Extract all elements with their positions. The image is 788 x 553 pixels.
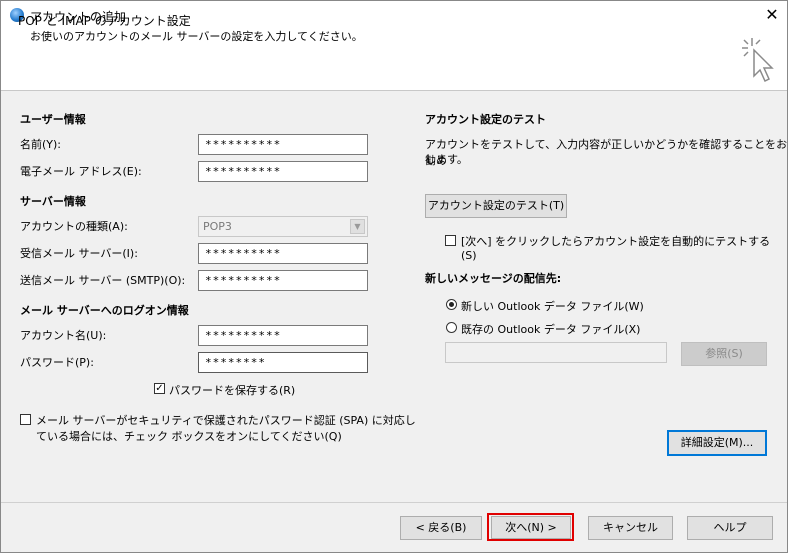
spa-label-line2: ている場合には、チェック ボックスをオンにしてください(Q) xyxy=(36,430,342,443)
password-field[interactable]: ******** xyxy=(198,352,368,373)
save-password-label: パスワードを保存する(R) xyxy=(169,384,296,397)
outgoing-server-label: 送信メール サーバー (SMTP)(O): xyxy=(20,274,186,287)
test-account-button[interactable]: アカウント設定のテスト(T) xyxy=(425,194,567,218)
window-frame xyxy=(0,30,788,553)
chevron-down-icon: ▼ xyxy=(350,219,365,234)
save-password-checkbox[interactable]: ✓ xyxy=(154,383,165,394)
account-name-label: アカウント名(U): xyxy=(20,329,107,342)
spa-label-line1: メール サーバーがセキュリティで保護されたパスワード認証 (SPA) に対応し xyxy=(36,414,416,427)
incoming-server-field[interactable]: ********** xyxy=(198,243,368,264)
delivery-heading: 新しいメッセージの配信先: xyxy=(425,272,562,285)
incoming-server-label: 受信メール サーバー(I): xyxy=(20,247,138,260)
server-info-heading: サーバー情報 xyxy=(20,195,86,208)
footer-separator xyxy=(0,502,788,503)
data-file-path-field xyxy=(445,342,667,363)
new-data-file-radio[interactable] xyxy=(446,299,457,310)
page-subtitle: お使いのアカウントのメール サーバーの設定を入力してください。 xyxy=(30,30,363,43)
user-info-heading: ユーザー情報 xyxy=(20,113,86,126)
cancel-button[interactable]: キャンセル xyxy=(588,516,673,540)
outgoing-server-field[interactable]: ********** xyxy=(198,270,368,291)
close-button[interactable]: ✕ xyxy=(760,3,784,27)
account-type-select: POP3 ▼ xyxy=(198,216,368,237)
sparkle-cursor-icon xyxy=(742,38,774,83)
more-settings-button[interactable]: 詳細設定(M)... xyxy=(667,430,767,456)
auto-test-checkbox[interactable] xyxy=(445,235,456,246)
radio-dot xyxy=(449,302,454,307)
spa-checkbox[interactable] xyxy=(20,414,31,425)
name-field[interactable]: ********** xyxy=(198,134,368,155)
email-field[interactable]: ********** xyxy=(198,161,368,182)
test-description-line1: アカウントをテストして、入力内容が正しいかどうかを確認することをお勧め xyxy=(425,138,788,167)
page-title: POP と IMAP のアカウント設定 xyxy=(18,14,191,28)
auto-test-label-line2: (S) xyxy=(461,249,477,262)
test-heading: アカウント設定のテスト xyxy=(425,113,546,126)
logon-info-heading: メール サーバーへのログオン情報 xyxy=(20,304,189,317)
account-type-value: POP3 xyxy=(203,220,232,233)
back-button[interactable]: < 戻る(B) xyxy=(400,516,482,540)
auto-test-label-line1: [次へ] をクリックしたらアカウント設定を自動的にテストする xyxy=(461,235,771,248)
help-button[interactable]: ヘルプ xyxy=(687,516,773,540)
password-label: パスワード(P): xyxy=(20,356,94,369)
header-separator xyxy=(0,90,788,91)
existing-data-file-label: 既存の Outlook データ ファイル(X) xyxy=(461,323,641,336)
account-name-field[interactable]: ********** xyxy=(198,325,368,346)
new-data-file-label: 新しい Outlook データ ファイル(W) xyxy=(461,300,644,313)
browse-button: 参照(S) xyxy=(681,342,767,366)
test-description-line2: します。 xyxy=(425,153,468,166)
account-type-label: アカウントの種類(A): xyxy=(20,220,128,233)
check-icon: ✓ xyxy=(155,383,164,394)
name-label: 名前(Y): xyxy=(20,138,62,151)
next-button[interactable]: 次へ(N) > xyxy=(491,516,571,539)
email-label: 電子メール アドレス(E): xyxy=(20,165,142,178)
existing-data-file-radio[interactable] xyxy=(446,322,457,333)
